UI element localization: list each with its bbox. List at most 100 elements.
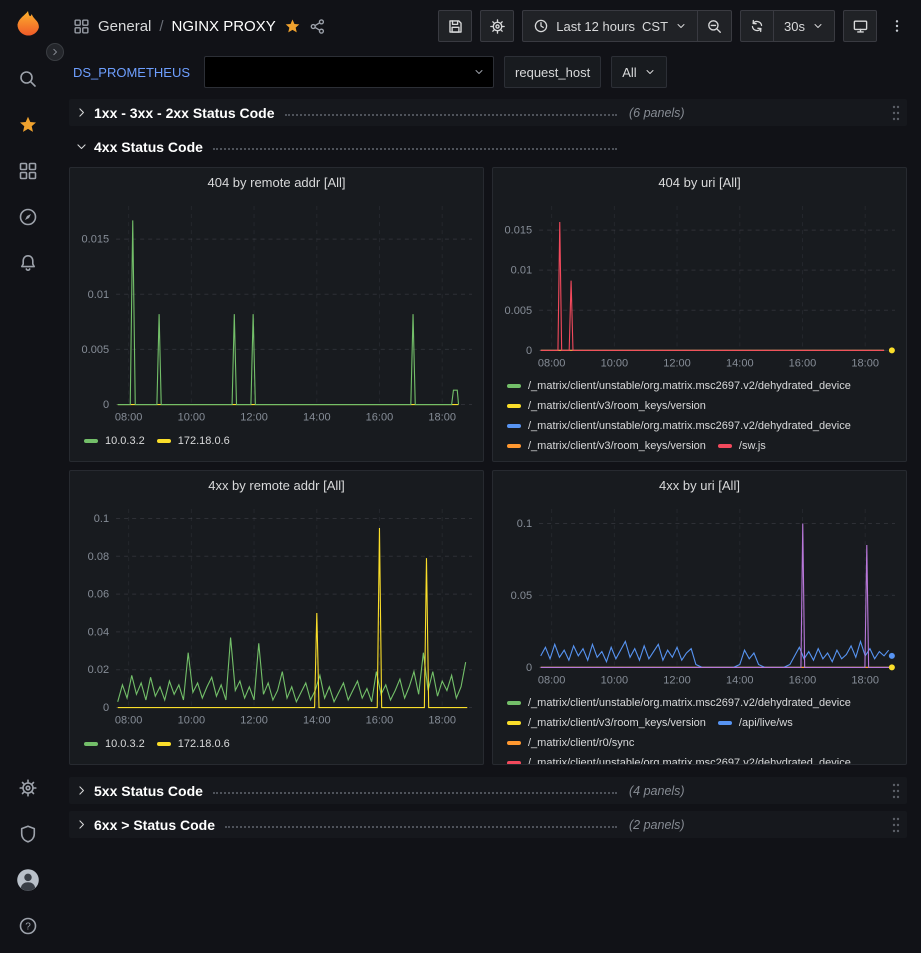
panel-header[interactable]: 404 by remote addr [All] (70, 168, 483, 196)
panel-title[interactable]: 404 by remote addr [All] (207, 175, 345, 190)
legend-item[interactable]: /_matrix/client/unstable/org.matrix.msc2… (507, 753, 851, 765)
svg-text:16:00: 16:00 (366, 715, 394, 727)
sidebar-item-server-admin[interactable] (7, 811, 49, 857)
grafana-logo[interactable] (10, 8, 46, 44)
legend-series-marker (507, 761, 521, 765)
legend-series-label: /_matrix/client/v3/room_keys/version (528, 717, 706, 729)
panel-4xx-by-remote-addr: 4xx by remote addr [All] 00.020.040.060.… (69, 470, 484, 765)
favorite-star-icon[interactable] (284, 18, 301, 35)
panel-404-by-uri: 404 by uri [All] 00.0050.010.01508:0010:… (492, 167, 907, 462)
breadcrumb-separator: / (159, 18, 163, 35)
chart-4xx-by-uri[interactable]: 00.050.108:0010:0012:0014:0016:0018:00 (499, 499, 900, 691)
cycle-view-mode-button[interactable] (843, 10, 877, 42)
row-5xx[interactable]: 5xx Status Code (4 panels) (69, 777, 907, 804)
sidebar-item-explore[interactable] (7, 194, 49, 240)
dashboard-title[interactable]: NGINX PROXY (172, 18, 276, 35)
panel-title[interactable]: 4xx by uri [All] (659, 478, 740, 493)
row-title-block: 6xx > Status Code (69, 817, 617, 833)
legend-series-marker (718, 721, 732, 725)
svg-text:08:00: 08:00 (115, 715, 143, 727)
refresh-button[interactable] (740, 10, 774, 42)
chevron-down-icon (675, 20, 687, 32)
row-title-block: 1xx - 3xx - 2xx Status Code (69, 105, 617, 121)
chevron-right-icon (75, 106, 88, 119)
share-icon[interactable] (309, 18, 326, 35)
chart-4xx-by-remote-addr[interactable]: 00.020.040.060.080.108:0010:0012:0014:00… (76, 499, 477, 732)
request-host-label-text: request_host (515, 65, 590, 80)
row-title[interactable]: 1xx - 3xx - 2xx Status Code (94, 105, 275, 121)
legend-item[interactable]: /_matrix/client/v3/room_keys/version (507, 713, 706, 733)
legend-item[interactable]: /_matrix/client/unstable/org.matrix.msc2… (507, 416, 851, 436)
save-dashboard-button[interactable] (438, 10, 472, 42)
time-range-picker[interactable]: Last 12 hours CST (522, 10, 698, 42)
sidebar-item-search[interactable] (7, 56, 49, 102)
legend-item[interactable]: /_matrix/client/unstable/org.matrix.msc2… (507, 376, 851, 396)
datasource-variable-select[interactable] (204, 56, 494, 88)
sidebar-item-starred[interactable] (7, 102, 49, 148)
help-icon: ? (18, 916, 38, 936)
panel-title[interactable]: 404 by uri [All] (658, 175, 740, 190)
request-host-variable-select[interactable]: All (611, 56, 666, 88)
svg-text:0: 0 (526, 345, 532, 357)
svg-text:16:00: 16:00 (366, 412, 394, 424)
legend-item[interactable]: 172.18.0.6 (157, 734, 230, 754)
row-6xx[interactable]: 6xx > Status Code (2 panels) (69, 811, 907, 838)
panel-404-by-remote-addr: 404 by remote addr [All] 00.0050.010.015… (69, 167, 484, 462)
gear-icon (18, 778, 38, 798)
datasource-variable-label[interactable]: DS_PROMETHEUS (69, 65, 194, 80)
dashboard-settings-button[interactable] (480, 10, 514, 42)
chevron-down-icon (644, 66, 656, 78)
refresh-interval-label: 30s (784, 19, 805, 34)
legend-item[interactable]: /_matrix/client/unstable/org.matrix.msc2… (507, 693, 851, 713)
sidebar-item-dashboards[interactable] (7, 148, 49, 194)
row-panel-count: (2 panels) (629, 818, 685, 832)
breadcrumb-section[interactable]: General (98, 18, 151, 35)
row-drag-handle[interactable] (891, 782, 901, 800)
row-drag-handle[interactable] (891, 104, 901, 122)
panel-header[interactable]: 4xx by remote addr [All] (70, 471, 483, 499)
clock-icon (533, 18, 549, 34)
legend-item[interactable]: 172.18.0.6 (157, 431, 230, 451)
svg-text:08:00: 08:00 (538, 357, 566, 369)
legend-item[interactable]: 10.0.3.2 (84, 734, 145, 754)
sidebar-expand-button[interactable] (46, 43, 64, 61)
sidebar-item-help[interactable]: ? (7, 903, 49, 949)
svg-text:10:00: 10:00 (601, 674, 629, 686)
row-title-block: 5xx Status Code (69, 783, 617, 799)
zoom-out-icon (706, 18, 723, 35)
row-title[interactable]: 5xx Status Code (94, 783, 203, 799)
legend-item[interactable]: /sw.js (718, 436, 766, 456)
row-drag-handle[interactable] (891, 816, 901, 834)
svg-text:14:00: 14:00 (303, 412, 331, 424)
svg-text:0.04: 0.04 (88, 626, 109, 638)
legend-item[interactable]: /api/live/ws (718, 713, 793, 733)
zoom-out-button[interactable] (698, 10, 732, 42)
save-icon (447, 18, 464, 35)
svg-text:16:00: 16:00 (789, 674, 817, 686)
panel-title[interactable]: 4xx by remote addr [All] (208, 478, 345, 493)
sidebar-item-alerting[interactable] (7, 240, 49, 286)
panel-header[interactable]: 404 by uri [All] (493, 168, 906, 196)
star-icon (18, 115, 38, 135)
legend-item[interactable]: 10.0.3.2 (84, 431, 145, 451)
svg-text:18:00: 18:00 (428, 715, 456, 727)
row-title[interactable]: 4xx Status Code (94, 139, 203, 155)
row-4xx[interactable]: 4xx Status Code (69, 133, 907, 160)
legend-item[interactable]: /_matrix/client/v3/room_keys/version (507, 396, 706, 416)
panel-body: 00.0050.010.01508:0010:0012:0014:0016:00… (70, 196, 483, 461)
sidebar-item-configuration[interactable] (7, 765, 49, 811)
legend-item[interactable]: /_matrix/client/v3/room_keys/version (507, 436, 706, 456)
row-title[interactable]: 6xx > Status Code (94, 817, 215, 833)
legend-item[interactable]: /_matrix/client/r0/sync (507, 733, 634, 753)
user-avatar (16, 868, 40, 892)
panel-header[interactable]: 4xx by uri [All] (493, 471, 906, 499)
legend-series-label: /_matrix/client/unstable/org.matrix.msc2… (528, 380, 851, 392)
sidebar-item-profile[interactable] (7, 857, 49, 903)
more-options-button[interactable] (885, 10, 909, 42)
panel-body: 00.020.040.060.080.108:0010:0012:0014:00… (70, 499, 483, 764)
chart-404-by-uri[interactable]: 00.0050.010.01508:0010:0012:0014:0016:00… (499, 196, 900, 374)
chart-404-by-remote-addr[interactable]: 00.0050.010.01508:0010:0012:0014:0016:00… (76, 196, 477, 429)
refresh-interval-dropdown[interactable]: 30s (774, 10, 835, 42)
svg-text:14:00: 14:00 (303, 715, 331, 727)
row-1xx-3xx-2xx[interactable]: 1xx - 3xx - 2xx Status Code (6 panels) (69, 99, 907, 126)
